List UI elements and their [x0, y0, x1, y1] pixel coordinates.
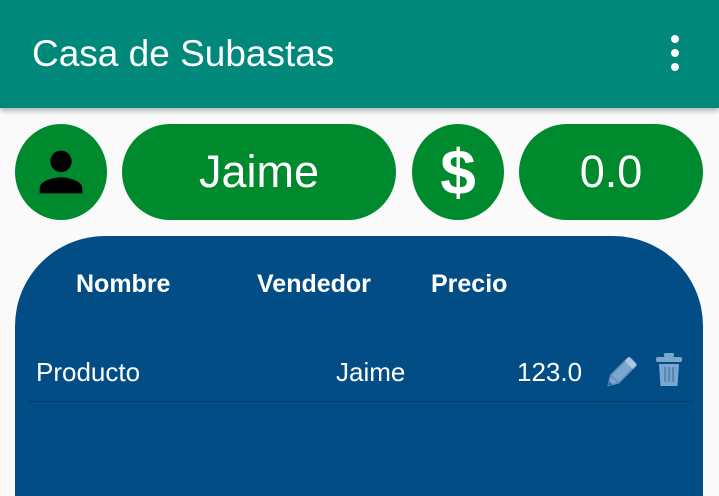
- more-vert-icon[interactable]: [652, 30, 698, 76]
- row-divider: [27, 401, 692, 402]
- balance-button[interactable]: 0.0: [519, 124, 703, 220]
- app-title: Casa de Subastas: [32, 33, 335, 74]
- trash-icon[interactable]: [654, 352, 684, 388]
- row-price: 123.0: [517, 357, 583, 387]
- avatar[interactable]: [15, 124, 107, 220]
- dollar-icon: $: [440, 136, 476, 208]
- person-icon: [39, 150, 83, 194]
- balance-label: 0.0: [579, 146, 643, 197]
- username-label: Jaime: [198, 146, 320, 197]
- column-header-name: Nombre: [76, 270, 171, 298]
- column-header-seller: Vendedor: [257, 270, 371, 298]
- username-button[interactable]: Jaime: [122, 124, 396, 220]
- row-product-name: Producto: [36, 357, 141, 387]
- pencil-icon[interactable]: [601, 351, 643, 391]
- row-seller: Jaime: [336, 357, 406, 387]
- app-bar: Casa de Subastas: [0, 0, 719, 108]
- currency-button[interactable]: $: [412, 124, 504, 220]
- column-header-price: Precio: [431, 270, 508, 298]
